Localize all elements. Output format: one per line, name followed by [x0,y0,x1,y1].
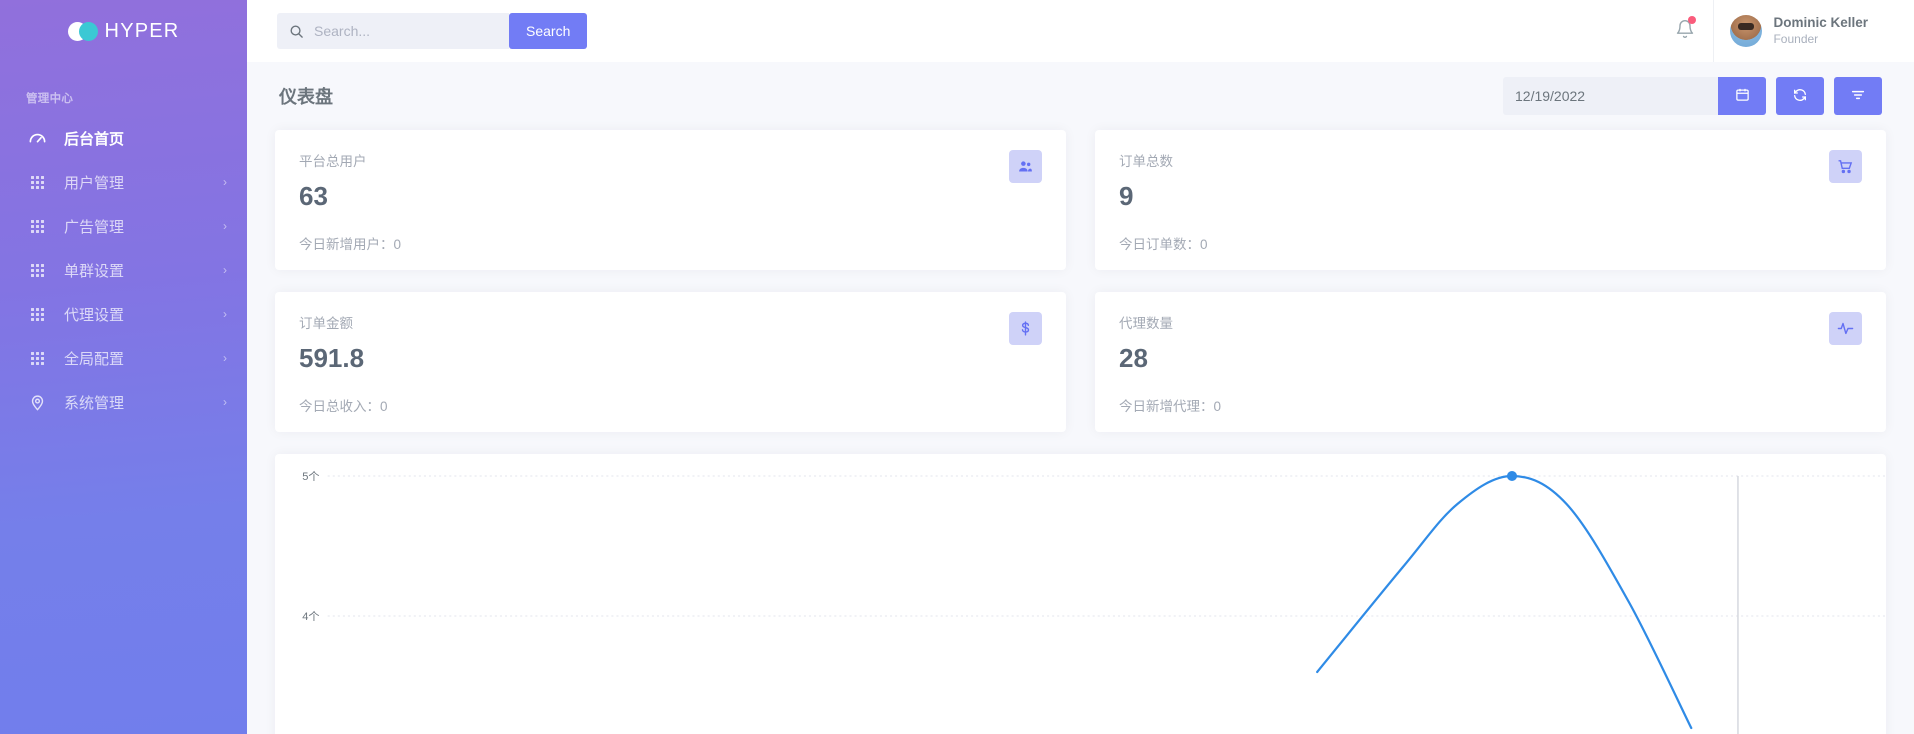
gauge-icon [26,127,48,149]
sidebar-item-system-management[interactable]: 系统管理 › [0,380,247,424]
sidebar-item-label: 系统管理 [64,392,223,413]
stat-label: 代理数量 [1119,312,1862,332]
stat-card-agent-count: 代理数量 28 今日新增代理：0 [1095,292,1886,432]
chevron-right-icon: › [223,352,227,364]
y-axis-tick: 4个 [302,610,319,623]
brand-logo[interactable]: HYPER [0,0,247,62]
brand-name: HYPER [105,20,180,43]
user-role: Founder [1773,32,1868,47]
chevron-right-icon: › [223,220,227,232]
avatar [1730,15,1762,47]
stat-label: 订单总数 [1119,150,1862,170]
stat-value: 28 [1119,345,1862,371]
sidebar-item-agent-settings[interactable]: 代理设置 › [0,292,247,336]
chevron-right-icon: › [223,264,227,276]
stat-card-grid: 平台总用户 63 今日新增用户：0 订单总数 9 [275,130,1886,432]
sidebar: HYPER 管理中心 后台首页 用户管理 › 广告管理 › [0,0,247,734]
stat-card-total-users: 平台总用户 63 今日新增用户：0 [275,130,1066,270]
search-button[interactable]: Search [509,13,587,49]
chevron-right-icon: › [223,176,227,188]
pulse-icon [1829,312,1862,345]
stat-sub: 今日订单数：0 [1119,233,1862,253]
refresh-icon [1792,87,1808,106]
y-axis-tick: 5个 [302,470,319,483]
chart-line-series [1317,476,1691,728]
sidebar-item-user-management[interactable]: 用户管理 › [0,160,247,204]
sidebar-item-label: 代理设置 [64,304,223,325]
top-bar-right: Dominic Keller Founder [1657,0,1892,62]
stat-label: 平台总用户 [299,150,1042,170]
calendar-button[interactable] [1718,77,1766,115]
chevron-right-icon: › [223,308,227,320]
search-icon [289,24,304,39]
cart-icon [1829,150,1862,183]
notifications-button[interactable] [1657,0,1713,62]
orders-trend-chart: 5个 4个 [275,454,1886,734]
grid-icon [26,259,48,281]
sidebar-item-label: 后台首页 [64,128,227,149]
user-meta: Dominic Keller Founder [1773,15,1868,47]
stat-label: 订单金额 [299,312,1042,332]
user-name: Dominic Keller [1773,15,1868,32]
chevron-right-icon: › [223,396,227,408]
content-area: 仪表盘 12/19/2022 [247,62,1914,734]
grid-icon [26,215,48,237]
stat-sub: 今日总收入：0 [299,395,1042,415]
sidebar-item-label: 广告管理 [64,216,223,237]
grid-icon [26,303,48,325]
app-root: HYPER 管理中心 后台首页 用户管理 › 广告管理 › [0,0,1914,734]
chart-data-point [1507,471,1517,481]
stat-card-total-orders: 订单总数 9 今日订单数：0 [1095,130,1886,270]
page-toolbar: 12/19/2022 [1503,77,1882,115]
stat-sub: 今日新增代理：0 [1119,395,1862,415]
sidebar-item-label: 单群设置 [64,260,223,281]
users-icon [1009,150,1042,183]
chart-gridlines [328,476,1886,616]
grid-icon [26,171,48,193]
page-title: 仪表盘 [279,83,333,109]
sidebar-item-group-settings[interactable]: 单群设置 › [0,248,247,292]
chart-svg: 5个 4个 [275,454,1886,734]
calendar-icon [1735,87,1750,105]
user-menu[interactable]: Dominic Keller Founder [1713,0,1892,62]
search-group: Search [277,13,587,49]
refresh-button[interactable] [1776,77,1824,115]
dollar-icon [1009,312,1042,345]
grid-icon [26,347,48,369]
stat-value: 9 [1119,183,1862,209]
map-pin-icon [26,391,48,413]
search-input[interactable] [314,23,499,39]
stat-sub: 今日新增用户：0 [299,233,1042,253]
stat-value: 591.8 [299,345,1042,371]
main-area: Search Dominic Keller [247,0,1914,734]
overlapping-circles-icon [68,22,98,41]
sidebar-item-dashboard[interactable]: 后台首页 [0,116,247,160]
page-header: 仪表盘 12/19/2022 [275,62,1886,130]
date-input[interactable]: 12/19/2022 [1503,77,1718,115]
stat-card-order-amount: 订单金额 591.8 今日总收入：0 [275,292,1066,432]
stat-value: 63 [299,183,1042,209]
filter-button[interactable] [1834,77,1882,115]
sidebar-item-label: 用户管理 [64,172,223,193]
sidebar-section-label: 管理中心 [0,62,247,116]
filter-icon [1850,87,1866,106]
sidebar-item-label: 全局配置 [64,348,223,369]
date-picker-group: 12/19/2022 [1503,77,1766,115]
search-box[interactable] [277,13,509,49]
sidebar-item-global-config[interactable]: 全局配置 › [0,336,247,380]
top-bar: Search Dominic Keller [247,0,1914,62]
sidebar-item-ad-management[interactable]: 广告管理 › [0,204,247,248]
